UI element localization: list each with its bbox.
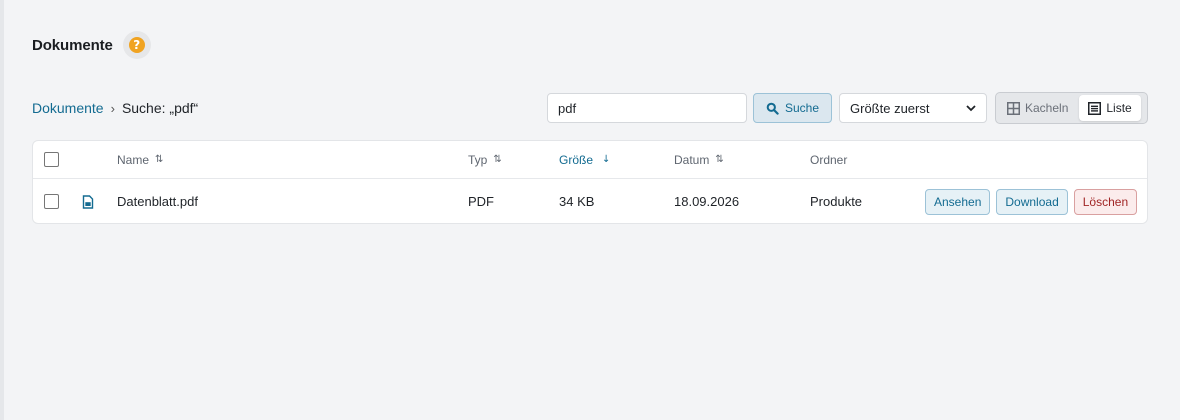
page-header: Dokumente ? [32,30,151,60]
row-actions: Ansehen Download Löschen [925,179,1138,224]
file-size: 34 KB [559,194,595,209]
sort-descending-icon: ↓ [602,154,611,165]
delete-button[interactable]: Löschen [1073,188,1138,215]
column-header-folder: Ordner [810,141,847,178]
view-toggle-list-label: Liste [1106,101,1132,115]
sort-icon: ⇅ [155,154,164,165]
view-toggle-tiles-label: Kacheln [1025,101,1069,115]
breadcrumb: Dokumente › Suche: „pdf“ [32,99,198,117]
pdf-file-icon [82,194,94,209]
column-header-name-label: Name [117,152,150,167]
file-name[interactable]: Datenblatt.pdf [117,179,198,224]
table-header: Name ⇅ Typ ⇅ Größe ↓ Datum ⇅ Ordner [33,141,1147,179]
column-header-size-label: Größe [559,152,594,167]
sort-icon: ⇅ [493,154,502,165]
grid-icon [1007,101,1020,115]
breadcrumb-current: Suche: „pdf“ [121,100,199,116]
search-input[interactable] [547,93,747,123]
select-all-cell [44,141,59,178]
help-icon: ? [128,37,145,53]
sort-select-value: Größte zuerst [850,100,930,116]
column-header-type-label: Typ [468,152,488,167]
search-button[interactable]: Suche [753,93,832,123]
table-row[interactable]: Datenblatt.pdf PDF 34 KB 18.09.2026 Prod… [33,179,1147,224]
column-header-name[interactable]: Name ⇅ [117,141,163,178]
column-header-date-label: Datum [674,152,710,167]
help-button[interactable]: ? [122,31,151,59]
column-header-folder-label: Ordner [810,152,848,167]
view-toggle-tiles[interactable]: Kacheln [998,95,1077,121]
column-header-type[interactable]: Typ ⇅ [468,141,502,178]
file-type-cell [81,179,95,224]
sort-icon: ⇅ [715,154,724,165]
select-all-checkbox[interactable] [44,152,59,167]
download-button[interactable]: Download [996,188,1068,215]
chevron-down-icon [966,104,976,111]
row-checkbox[interactable] [44,194,59,209]
search-button-label: Suche [784,101,820,115]
breadcrumb-separator: › [110,100,115,116]
view-toggle-list[interactable]: Liste [1079,95,1141,121]
file-date: 18.09.2026 [674,194,740,209]
list-icon [1088,101,1102,115]
column-header-size[interactable]: Größe ↓ [559,141,610,178]
left-edge [0,0,4,420]
breadcrumb-link-dokumente[interactable]: Dokumente [32,100,104,116]
search-icon [766,102,779,115]
file-folder: Produkte [810,194,863,209]
file-type: PDF [468,194,494,209]
view-toggle: Kacheln Liste [995,92,1148,124]
row-select-cell [44,179,59,224]
column-header-date[interactable]: Datum ⇅ [674,141,724,178]
documents-table: Name ⇅ Typ ⇅ Größe ↓ Datum ⇅ Ordner Date… [32,140,1148,224]
sort-select[interactable]: Größte zuerst [839,93,987,123]
view-button[interactable]: Ansehen [925,188,991,215]
page-title: Dokumente [32,36,113,54]
